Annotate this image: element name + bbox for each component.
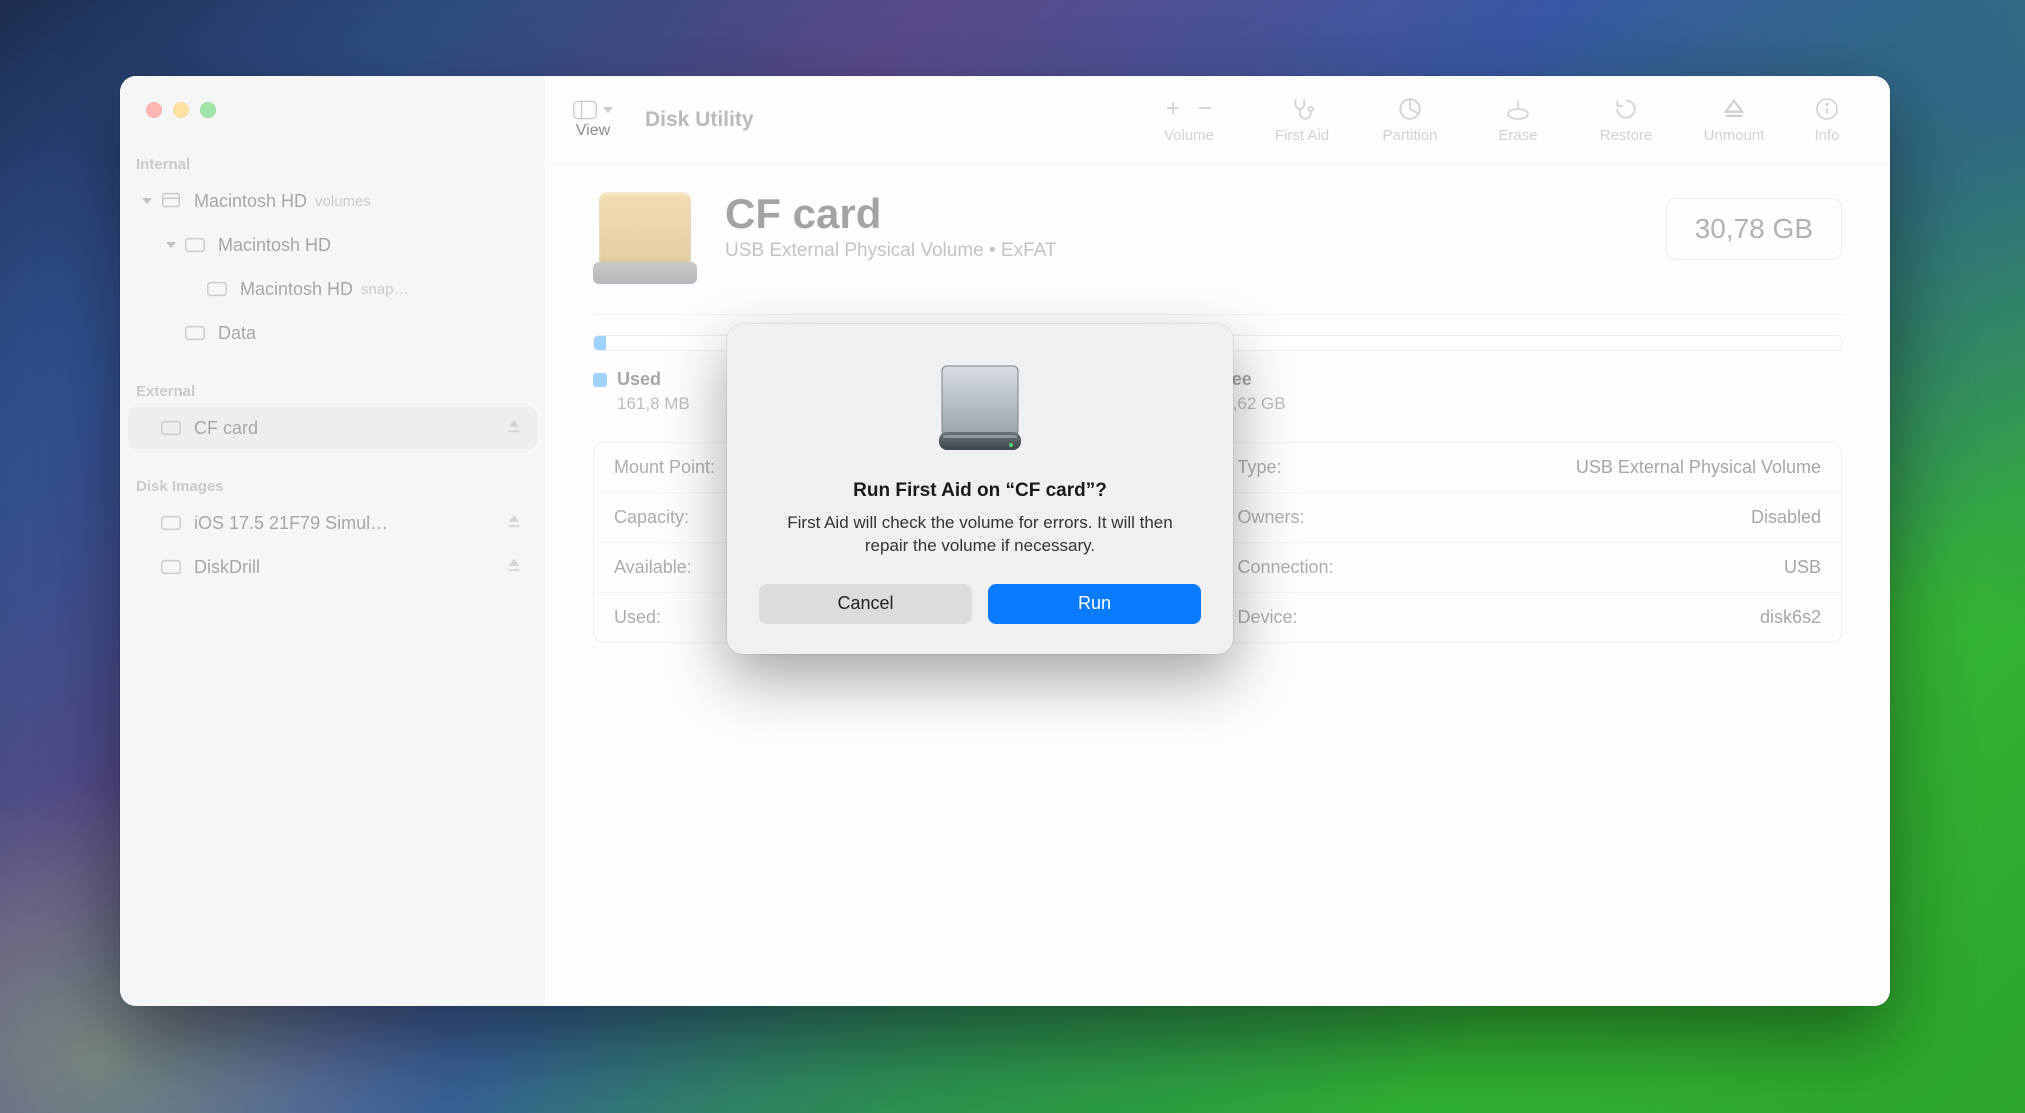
legend-used: Used 161,8 MB <box>593 369 690 414</box>
minimize-button[interactable] <box>173 102 189 118</box>
sidebar-item-label: Data <box>218 323 256 344</box>
sidebar-item-suffix: volumes <box>315 193 371 210</box>
first-aid-button[interactable]: First Aid <box>1252 95 1352 144</box>
sidebar-item-label: Macintosh HD <box>194 191 307 212</box>
toolbar-label: View <box>576 122 610 140</box>
toolbar-label: Erase <box>1498 127 1537 144</box>
divider <box>593 314 1842 315</box>
sidebar-item-label: Macintosh HD <box>240 279 353 300</box>
disk-icon <box>204 277 230 301</box>
eject-icon[interactable] <box>507 558 525 576</box>
toolbar-label: First Aid <box>1275 127 1329 144</box>
toolbar-label: Unmount <box>1704 127 1765 144</box>
info-key: Type: <box>1238 457 1282 478</box>
volume-icon <box>158 189 184 213</box>
sidebar: Internal Macintosh HD volumes Macintosh … <box>120 76 545 1006</box>
eject-icon <box>1723 95 1745 123</box>
toolbar-label: Info <box>1814 127 1839 144</box>
sidebar-item-label: Macintosh HD <box>218 235 331 256</box>
toolbar-label: Volume <box>1164 127 1214 144</box>
sidebar-item-cf-card[interactable]: CF card <box>128 407 537 449</box>
sidebar-item-diskdrill[interactable]: DiskDrill <box>128 546 537 588</box>
window-title: Disk Utility <box>645 108 754 132</box>
info-row: Connection: USB <box>1218 543 1842 593</box>
restore-button[interactable]: Restore <box>1576 95 1676 144</box>
sidebar-item-ios-simulator[interactable]: iOS 17.5 21F79 Simul… <box>128 502 537 544</box>
minus-icon: − <box>1198 95 1212 123</box>
toolbar: View Disk Utility + − Volume First Aid <box>545 76 1890 164</box>
sidebar-section-disk-images: Disk Images <box>120 450 545 501</box>
eject-icon[interactable] <box>507 514 525 532</box>
info-value: USB <box>1784 557 1821 578</box>
disk-icon <box>182 321 208 345</box>
close-button[interactable] <box>146 102 162 118</box>
disk-subtitle: USB External Physical Volume • ExFAT <box>725 240 1638 262</box>
info-key: Capacity: <box>614 507 689 528</box>
sidebar-item-label: DiskDrill <box>194 557 260 578</box>
volume-controls[interactable]: + − Volume <box>1134 95 1244 144</box>
info-row: Type: USB External Physical Volume <box>1218 443 1842 493</box>
erase-button[interactable]: Erase <box>1468 95 1568 144</box>
dialog-title: Run First Aid on “CF card”? <box>853 480 1107 502</box>
view-button[interactable]: View <box>573 100 613 140</box>
chevron-down-icon <box>164 238 178 252</box>
cancel-button[interactable]: Cancel <box>759 584 972 624</box>
external-disk-icon <box>158 416 184 440</box>
toolbar-label: Restore <box>1600 127 1653 144</box>
partition-button[interactable]: Partition <box>1360 95 1460 144</box>
erase-icon <box>1504 95 1532 123</box>
disk-image-icon <box>158 511 184 535</box>
sidebar-section-external: External <box>120 355 545 406</box>
restore-icon <box>1613 95 1639 123</box>
external-drive-icon <box>593 192 697 284</box>
zoom-button[interactable] <box>200 102 216 118</box>
disk-title: CF card <box>725 192 1638 236</box>
capacity-box: 30,78 GB <box>1666 198 1842 260</box>
run-button[interactable]: Run <box>988 584 1201 624</box>
sidebar-item-label: iOS 17.5 21F79 Simul… <box>194 513 388 534</box>
disk-header: CF card USB External Physical Volume • E… <box>593 192 1842 284</box>
disk-icon <box>182 233 208 257</box>
info-key: Owners: <box>1238 507 1305 528</box>
sidebar-toggle-icon <box>573 100 597 120</box>
info-value: Disabled <box>1751 507 1821 528</box>
info-value: USB External Physical Volume <box>1576 457 1821 478</box>
disk-image-icon <box>158 555 184 579</box>
info-col-right: Type: USB External Physical Volume Owners… <box>1218 443 1842 642</box>
info-key: Used: <box>614 607 661 628</box>
usage-fill-used <box>594 336 606 350</box>
sidebar-item-macintosh-hd-container[interactable]: Macintosh HD volumes <box>128 180 537 222</box>
plus-icon: + <box>1166 95 1180 123</box>
legend-swatch-used <box>593 373 607 387</box>
info-key: Mount Point: <box>614 457 715 478</box>
sidebar-item-macintosh-hd[interactable]: Macintosh HD <box>128 224 537 266</box>
legend-value: 161,8 MB <box>593 394 690 414</box>
sidebar-item-data[interactable]: Data <box>128 312 537 354</box>
info-icon <box>1815 95 1839 123</box>
info-row: Owners: Disabled <box>1218 493 1842 543</box>
info-key: Connection: <box>1238 557 1334 578</box>
first-aid-dialog: Run First Aid on “CF card”? First Aid wi… <box>727 324 1233 654</box>
eject-icon[interactable] <box>507 419 525 437</box>
info-row: Device: disk6s2 <box>1218 593 1842 642</box>
toolbar-label: Partition <box>1382 127 1437 144</box>
external-drive-icon <box>925 352 1035 462</box>
sidebar-item-suffix: snap… <box>361 281 409 298</box>
chevron-down-icon <box>603 106 613 114</box>
dialog-message: First Aid will check the volume for erro… <box>770 512 1190 558</box>
info-key: Device: <box>1238 607 1298 628</box>
unmount-button[interactable]: Unmount <box>1684 95 1784 144</box>
window-controls <box>120 76 545 140</box>
info-value: disk6s2 <box>1760 607 1821 628</box>
chevron-down-icon <box>140 194 154 208</box>
pie-icon <box>1397 95 1423 123</box>
info-key: Available: <box>614 557 692 578</box>
info-button[interactable]: Info <box>1792 95 1862 144</box>
sidebar-section-internal: Internal <box>120 140 545 179</box>
sidebar-item-macintosh-hd-snapshot[interactable]: Macintosh HD snap… <box>128 268 537 310</box>
stethoscope-icon <box>1289 95 1315 123</box>
legend-label: Used <box>617 369 661 390</box>
sidebar-item-label: CF card <box>194 418 258 439</box>
